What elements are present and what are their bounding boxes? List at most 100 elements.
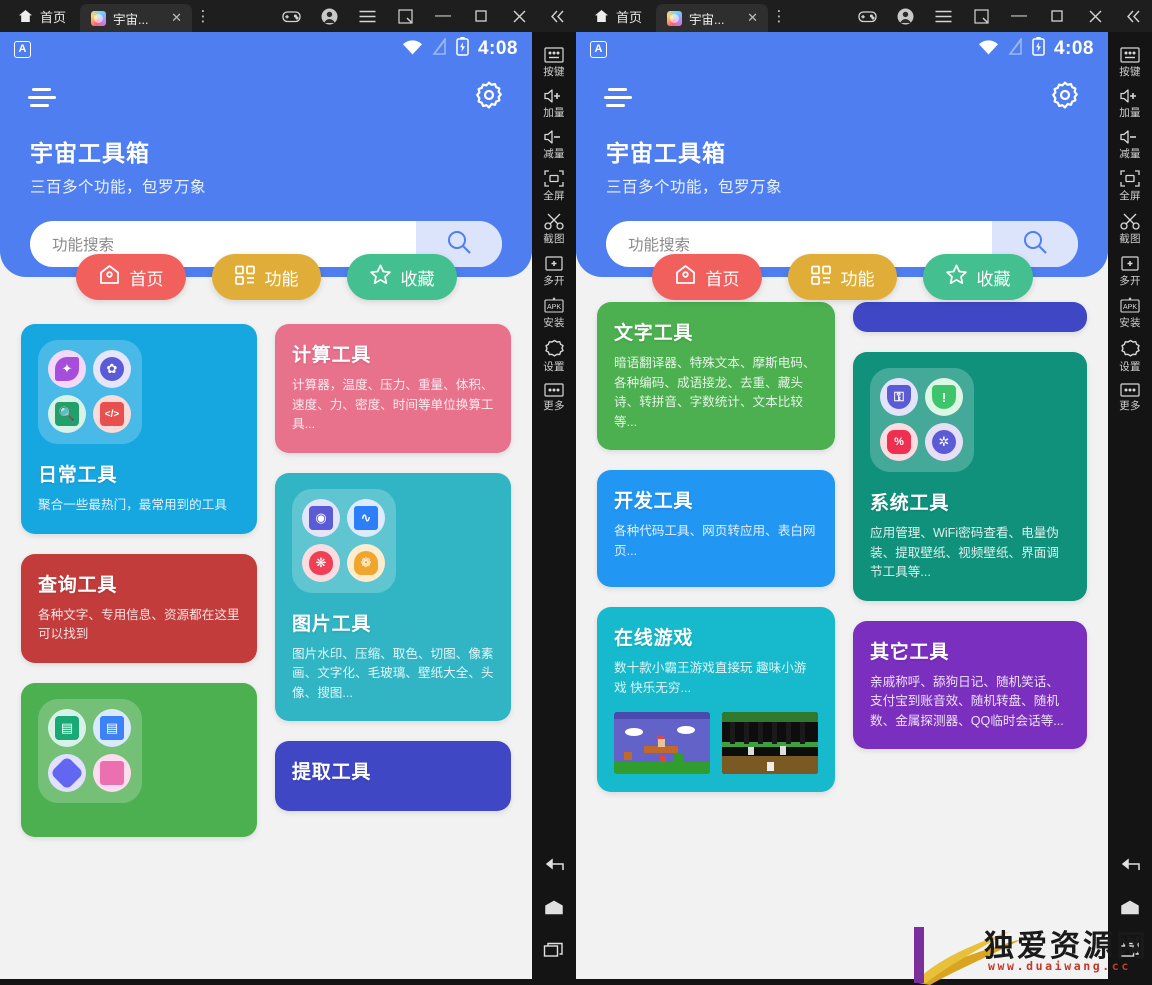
- back-icon[interactable]: [1119, 857, 1141, 878]
- card-title: 系统工具: [870, 493, 950, 514]
- chip-favorites[interactable]: 收藏: [346, 254, 457, 300]
- menu-icon[interactable]: [926, 1, 960, 31]
- etool-fullscreen[interactable]: 全屏: [532, 165, 576, 207]
- maximize-button[interactable]: [464, 1, 498, 31]
- clover-icon: ✿: [93, 350, 131, 388]
- recents-icon[interactable]: [1119, 942, 1141, 963]
- etool-label: 加量: [1119, 107, 1141, 119]
- page-subtitle: 三百多个功能，包罗万象: [30, 179, 207, 196]
- chip-functions[interactable]: 功能: [787, 254, 897, 300]
- recents-icon[interactable]: [543, 942, 565, 963]
- shield-alert-icon: !: [925, 378, 963, 416]
- home-icon: [98, 263, 121, 291]
- etool-install-apk[interactable]: APK 安装: [532, 292, 576, 334]
- gamepad-icon[interactable]: [274, 1, 308, 31]
- window-close-icon[interactable]: [1078, 1, 1112, 31]
- card-query-tools[interactable]: 查询工具 各种文字、专用信息、资源都在这里可以找到: [21, 553, 257, 663]
- search-input[interactable]: 功能搜索: [606, 233, 992, 255]
- titlebar-home-button[interactable]: 首页: [576, 0, 656, 32]
- home-icon[interactable]: [543, 900, 565, 920]
- maximize-button[interactable]: [1040, 1, 1074, 31]
- app-badge-icon: A: [590, 40, 607, 58]
- battery-icon: [456, 37, 469, 61]
- card-green-partial[interactable]: ▤ ▤: [21, 682, 257, 837]
- icon-cluster: ◉ ∿ ❋ ❁: [292, 488, 396, 593]
- minimize-button[interactable]: —: [426, 1, 460, 31]
- resize-icon[interactable]: [388, 1, 422, 31]
- tab-overflow-kebab-icon[interactable]: ⋮: [192, 0, 214, 32]
- card-other-tools[interactable]: 其它工具 亲戚称呼、舔狗日记、随机笑话、支付宝到账音效、随机转盘、随机数、金属探…: [853, 620, 1087, 750]
- etool-volume-down[interactable]: 减量: [532, 124, 576, 165]
- card-text-tools[interactable]: 文字工具 暗语翻译器、特殊文本、摩斯电码、各种编码、成语接龙、去重、藏头诗、转拼…: [597, 302, 835, 451]
- back-icon[interactable]: [543, 857, 565, 878]
- etool-volume-down[interactable]: 减量: [1108, 124, 1152, 165]
- gamepad-icon[interactable]: [850, 1, 884, 31]
- chip-home[interactable]: 首页: [75, 254, 186, 300]
- card-online-games[interactable]: 在线游戏 数十款小霸王游戏直接玩 趣味小游戏 快乐无穷...: [597, 607, 835, 793]
- etool-label: 减量: [1119, 148, 1141, 160]
- chip-favorites[interactable]: 收藏: [922, 254, 1033, 300]
- gear-icon[interactable]: [1050, 80, 1080, 115]
- etool-label: 安装: [1119, 317, 1141, 329]
- etool-label: 截图: [543, 233, 565, 245]
- etool-more[interactable]: 更多: [532, 378, 576, 417]
- home-icon[interactable]: [1119, 900, 1141, 920]
- etool-multi-open[interactable]: 多开: [532, 250, 576, 292]
- resize-icon[interactable]: [964, 1, 998, 31]
- tab-universe-toolbox[interactable]: 宇宙... ✕: [80, 4, 193, 32]
- etool-keyboard[interactable]: 按键: [532, 42, 576, 83]
- close-icon[interactable]: ✕: [745, 10, 760, 26]
- card-column-2: 计算工具 计算器，温度、压力、重量、体积、速度、力、密度、时间等单位换算工具..…: [275, 324, 511, 837]
- grid-icon: [810, 264, 832, 291]
- etool-screenshot[interactable]: 截图: [532, 207, 576, 250]
- etool-install-apk[interactable]: APK 安装: [1108, 292, 1152, 334]
- card-extract-tools[interactable]: 提取工具: [275, 741, 511, 812]
- chip-favorites-label: 收藏: [400, 269, 435, 289]
- hero-header: A 4:08 宇宙工具箱 三百多个功能，包罗万象 功能搜索: [576, 32, 1108, 277]
- clock: 4:08: [477, 38, 518, 59]
- card-dev-tools[interactable]: 开发工具 各种代码工具、网页转应用、表白网页...: [597, 470, 835, 588]
- etool-settings[interactable]: 设置: [532, 334, 576, 378]
- etool-screenshot[interactable]: 截图: [1108, 207, 1152, 250]
- card-system-tools[interactable]: ⚿ ! % ✲ 系统工具 应用管理、WiFi密码查看、电量伪装、提取壁纸、视频壁…: [853, 352, 1087, 601]
- collapse-sidebar-icon[interactable]: [540, 1, 574, 31]
- card-title: 查询工具: [38, 574, 118, 596]
- tab-label: 宇宙...: [689, 12, 725, 27]
- close-icon[interactable]: ✕: [169, 10, 184, 26]
- etool-label: 更多: [1119, 400, 1141, 412]
- card-calc-tools[interactable]: 计算工具 计算器，温度、压力、重量、体积、速度、力、密度、时间等单位换算工具..…: [275, 324, 511, 453]
- collapse-sidebar-icon[interactable]: [1116, 1, 1150, 31]
- menu-icon[interactable]: [350, 1, 384, 31]
- minimize-button[interactable]: —: [1002, 1, 1036, 31]
- hamburger-icon[interactable]: [28, 87, 58, 107]
- svg-text:APK: APK: [1123, 304, 1137, 311]
- game-thumb-mario[interactable]: [614, 712, 710, 775]
- etool-volume-up[interactable]: 加量: [532, 83, 576, 124]
- chip-functions[interactable]: 功能: [211, 254, 321, 300]
- etool-fullscreen[interactable]: 全屏: [1108, 165, 1152, 207]
- titlebar-home-button[interactable]: 首页: [0, 0, 80, 32]
- card-daily-tools[interactable]: ✦ ✿ 🔍 </> 日常工具 聚合一些最热门，最常用到的工具: [21, 324, 257, 534]
- battery-icon: [1032, 37, 1045, 61]
- gear-icon[interactable]: [474, 80, 504, 115]
- tab-overflow-kebab-icon[interactable]: ⋮: [768, 0, 790, 32]
- tab-favicon-icon: [667, 10, 683, 26]
- card-image-tools[interactable]: ◉ ∿ ❋ ❁ 图片工具 图片水印、压缩、取色、切图、像素画、文字化、毛玻璃、壁…: [275, 472, 511, 722]
- account-icon[interactable]: [888, 1, 922, 31]
- hamburger-icon[interactable]: [604, 87, 634, 107]
- etool-settings[interactable]: 设置: [1108, 334, 1152, 378]
- quick-nav-chips: 首页 功能 收藏: [576, 254, 1108, 300]
- card-purple-partial[interactable]: [853, 302, 1087, 332]
- window-titlebar: 首页 宇宙... ✕ ⋮ —: [576, 0, 1152, 32]
- card-grid-right: 文字工具 暗语翻译器、特殊文本、摩斯电码、各种编码、成语接龙、去重、藏头诗、转拼…: [576, 278, 1108, 793]
- search-input[interactable]: 功能搜索: [30, 233, 416, 255]
- etool-more[interactable]: 更多: [1108, 378, 1152, 417]
- etool-multi-open[interactable]: 多开: [1108, 250, 1152, 292]
- game-thumb-contra[interactable]: [722, 712, 818, 775]
- etool-volume-up[interactable]: 加量: [1108, 83, 1152, 124]
- window-close-icon[interactable]: [502, 1, 536, 31]
- etool-keyboard[interactable]: 按键: [1108, 42, 1152, 83]
- tab-universe-toolbox[interactable]: 宇宙... ✕: [656, 4, 769, 32]
- account-icon[interactable]: [312, 1, 346, 31]
- chip-home[interactable]: 首页: [651, 254, 762, 300]
